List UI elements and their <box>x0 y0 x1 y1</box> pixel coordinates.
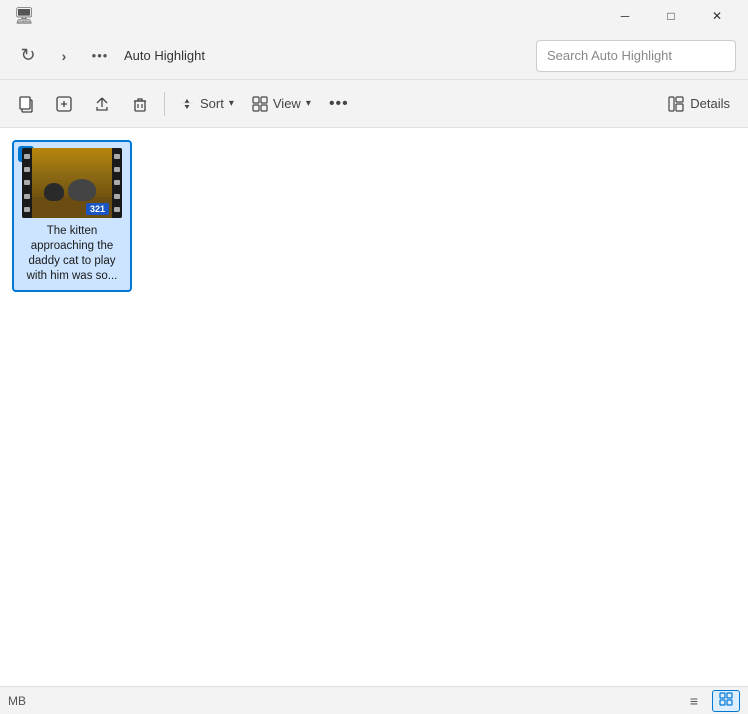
file-name: The kitten approaching the daddy cat to … <box>20 224 124 284</box>
titlebar: 🖥 ─ □ ✕ <box>0 0 748 32</box>
share-icon <box>93 95 111 113</box>
monitor-icon: 🖥 <box>8 0 40 32</box>
film-notch <box>114 180 120 185</box>
film-notch <box>114 207 120 212</box>
copy-icon <box>17 95 35 113</box>
cat-figure-large <box>68 179 96 201</box>
cat-figure-small <box>44 183 64 201</box>
more-nav-button[interactable]: ••• <box>84 40 116 72</box>
sort-icon <box>179 96 195 112</box>
close-button[interactable]: ✕ <box>694 0 740 32</box>
film-notch <box>24 194 30 199</box>
statusbar-right: ≡ <box>680 690 740 712</box>
maximize-button[interactable]: □ <box>648 0 694 32</box>
more-options-button[interactable]: ••• <box>321 86 357 122</box>
list-view-button[interactable]: ≡ <box>680 690 708 712</box>
statusbar-info: MB <box>8 694 26 708</box>
copy-button[interactable] <box>8 86 44 122</box>
file-grid: ✓ 3 <box>12 140 736 292</box>
film-notch <box>114 154 120 159</box>
highlight-icon <box>55 95 73 113</box>
grid-icon <box>719 692 733 709</box>
addressbar: ↻ › ••• Auto Highlight Search Auto Highl… <box>0 32 748 80</box>
back-button[interactable]: ↻ <box>12 40 44 72</box>
film-notches-left <box>22 148 32 218</box>
sort-label: Sort <box>200 96 224 111</box>
highlight-button[interactable] <box>46 86 82 122</box>
titlebar-left: 🖥 <box>8 0 40 32</box>
film-content: 321 <box>32 148 112 218</box>
view-chevron: ▾ <box>306 98 311 109</box>
breadcrumb: Auto Highlight <box>124 48 205 63</box>
search-placeholder: Search Auto Highlight <box>547 48 672 63</box>
delete-icon <box>131 95 149 113</box>
forward-button[interactable]: › <box>48 40 80 72</box>
main-content: ✓ 3 <box>0 128 748 686</box>
list-icon: ≡ <box>690 693 698 709</box>
separator-1 <box>164 92 165 116</box>
film-notch <box>114 194 120 199</box>
film-badge: 321 <box>86 203 109 215</box>
toolbar: Sort ▾ View ▾ ••• Details <box>0 80 748 128</box>
sort-chevron: ▾ <box>229 98 234 109</box>
share-button[interactable] <box>84 86 120 122</box>
view-button[interactable]: View ▾ <box>244 86 319 122</box>
view-icon <box>252 96 268 112</box>
film-notch <box>24 207 30 212</box>
more-icon: ••• <box>329 95 349 113</box>
search-box[interactable]: Search Auto Highlight <box>536 40 736 72</box>
details-button[interactable]: Details <box>658 86 740 122</box>
film-notch <box>24 154 30 159</box>
statusbar: MB ≡ <box>0 686 748 714</box>
film-notch <box>114 167 120 172</box>
film-notch <box>24 167 30 172</box>
minimize-button[interactable]: ─ <box>602 0 648 32</box>
delete-button[interactable] <box>122 86 158 122</box>
grid-view-button[interactable] <box>712 690 740 712</box>
view-label: View <box>273 96 301 111</box>
file-thumbnail: 321 <box>22 148 122 218</box>
nav-buttons: ↻ › ••• <box>12 40 116 72</box>
titlebar-controls: ─ □ ✕ <box>602 0 740 32</box>
list-item[interactable]: ✓ 3 <box>12 140 132 292</box>
details-icon <box>668 96 684 112</box>
film-strip: 321 <box>22 148 122 218</box>
details-label: Details <box>690 96 730 111</box>
sort-button[interactable]: Sort ▾ <box>171 86 242 122</box>
film-notches-right <box>112 148 122 218</box>
film-notch <box>24 180 30 185</box>
breadcrumb-title: Auto Highlight <box>124 48 205 63</box>
